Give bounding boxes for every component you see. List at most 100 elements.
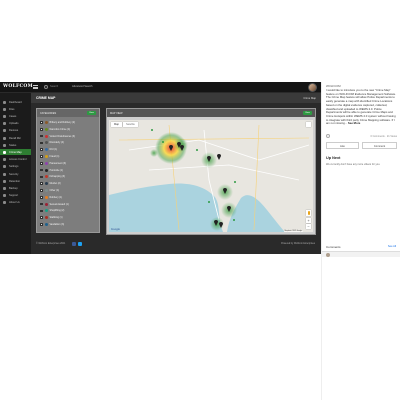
category-label: Vandalism (3) (49, 223, 65, 226)
category-checkbox[interactable] (40, 141, 43, 145)
comment-input[interactable] (322, 251, 400, 257)
category-item[interactable]: Stabbing (1) (40, 215, 63, 220)
avatar[interactable] (308, 83, 317, 92)
map-header: MAP VIEW View (107, 109, 315, 117)
category-checkbox[interactable] (40, 128, 43, 131)
sidebar-item-label: Crime Map (9, 150, 22, 154)
category-checkbox[interactable] (40, 196, 43, 199)
category-checkbox[interactable] (40, 189, 43, 192)
category-item[interactable]: Violent Disturbances (3) (40, 134, 75, 139)
category-checkbox[interactable] (40, 223, 43, 226)
category-icon (44, 216, 48, 220)
category-item[interactable]: Bribery and Robbery (2) (40, 120, 75, 125)
category-item[interactable]: Shoplifting (2) (40, 208, 64, 213)
category-checkbox[interactable] (40, 148, 43, 151)
zoom-out-button[interactable]: − (306, 224, 311, 229)
see-more-link[interactable]: See More (348, 121, 360, 125)
sidebar-item-status[interactable]: Status (0, 142, 31, 148)
category-item[interactable]: Disorderly (4) (40, 140, 64, 145)
page: WOLFCOM Search Advanced Search Dashboard… (0, 0, 400, 400)
street-view-icon[interactable] (306, 210, 311, 216)
breadcrumb[interactable]: Crime Map (303, 97, 316, 100)
sidebar-item-support[interactable]: Support (0, 193, 31, 199)
sidebar-item-access-control[interactable]: Access Control (0, 157, 31, 163)
sidebar-item-cases[interactable]: Cases (0, 113, 31, 119)
sidebar-item-label: Retention (9, 179, 21, 183)
category-item[interactable]: Kidnapping (3) (40, 174, 65, 179)
sidebar-item-devices[interactable]: Devices (0, 128, 31, 134)
twitter-icon[interactable] (78, 242, 82, 246)
category-item[interactable]: Murder (2) (40, 181, 61, 186)
sidebar-item-label: About Us (9, 201, 20, 205)
sidebar-item-settings[interactable]: Settings (0, 164, 31, 170)
category-item[interactable]: Vandalism (3) (40, 222, 64, 227)
wolfcom-logo: WOLFCOM (3, 84, 33, 89)
category-item[interactable]: Fraud (1) (40, 154, 59, 159)
tab-map[interactable]: Map (111, 122, 122, 127)
category-checkbox[interactable] (40, 162, 43, 165)
sidebar-item-retention[interactable]: Retention (0, 178, 31, 184)
category-checkbox[interactable] (40, 202, 43, 206)
sidebar-item-recall-mic[interactable]: Recall Mic (0, 135, 31, 141)
fullscreen-icon[interactable] (306, 122, 311, 127)
sidebar-item-backup[interactable]: Backup (0, 185, 31, 191)
sidebar-item-security[interactable]: Security (0, 171, 31, 177)
share-icon[interactable] (326, 134, 330, 138)
categories-view-button[interactable]: View (87, 111, 96, 115)
crime-map[interactable]: Map Satellite + − Google Map data ©2021 … (109, 120, 313, 232)
sidebar-item-dashboard[interactable]: Dashboard (0, 99, 31, 105)
sidebar-item-files[interactable]: Files (0, 106, 31, 112)
category-checkbox[interactable] (40, 168, 43, 172)
category-checkbox[interactable] (40, 216, 43, 219)
map-canvas[interactable] (109, 120, 313, 232)
search-icon[interactable] (44, 85, 48, 89)
category-item[interactable]: Homicide (1) (40, 168, 63, 173)
category-item[interactable]: DUI (1) (40, 147, 57, 152)
category-item[interactable]: Narcotics Crime (4) (40, 127, 70, 132)
category-label: Fraud (1) (49, 155, 60, 158)
hamburger-menu-icon[interactable] (33, 85, 38, 89)
sidebar-item-icon (3, 179, 6, 183)
sidebar-item-about-us[interactable]: About Us (0, 200, 31, 206)
sidebar: Dashboard Files Cases Uploads Devices Recall … (0, 93, 31, 254)
sidebar-item-label: Dashboard (9, 100, 22, 104)
advanced-search-link[interactable]: Advanced Search (72, 85, 92, 88)
comment-button[interactable]: Comment (362, 142, 397, 149)
sidebar-item-icon (3, 114, 6, 118)
category-checkbox[interactable] (40, 182, 43, 185)
categories-title: CATEGORIES (40, 111, 57, 115)
main-content: CRIME MAP Crime Map CATEGORIES View Brib… (31, 93, 321, 254)
category-item[interactable]: Harassment (3) (40, 161, 66, 166)
category-label: Bribery and Robbery (2) (49, 121, 76, 124)
category-checkbox[interactable] (40, 134, 43, 138)
category-item[interactable]: Robbery (1) (40, 195, 62, 200)
facebook-icon[interactable] (72, 242, 76, 246)
like-button[interactable]: Like (326, 142, 359, 149)
category-item[interactable]: Sexual Assault (1) (40, 202, 69, 207)
up-next-empty-text: We currently don't have any more videos … (326, 163, 381, 166)
map-attribution[interactable]: Map data ©2021 Google (283, 231, 303, 232)
sidebar-item-label: Devices (9, 129, 19, 133)
map-view-button[interactable]: View (303, 111, 312, 115)
zoom-in-button[interactable]: + (306, 218, 311, 223)
sidebar-item-crime-map[interactable]: Crime Map (0, 149, 31, 156)
sidebar-item-icon (3, 158, 6, 162)
category-checkbox[interactable] (40, 155, 43, 158)
category-item[interactable]: Other (4) (40, 188, 59, 193)
video-frame[interactable]: WOLFCOM Search Advanced Search Dashboard… (0, 82, 321, 254)
map-title: MAP VIEW (110, 111, 123, 115)
sidebar-item-uploads[interactable]: Uploads (0, 121, 31, 127)
category-icon (44, 202, 48, 206)
sidebar-item-icon (3, 201, 6, 205)
see-all-link[interactable]: See All (388, 245, 396, 248)
category-checkbox[interactable] (40, 209, 43, 213)
sidebar-item-icon (3, 186, 6, 190)
categories-header: CATEGORIES View (37, 109, 99, 117)
tab-satellite[interactable]: Satellite (123, 122, 138, 127)
category-label: Disorderly (4) (49, 141, 64, 145)
search-input[interactable]: Search (50, 85, 58, 88)
category-checkbox[interactable] (40, 175, 43, 179)
page-title: CRIME MAP (36, 96, 56, 100)
category-icon (44, 155, 48, 158)
category-checkbox[interactable] (40, 121, 43, 124)
